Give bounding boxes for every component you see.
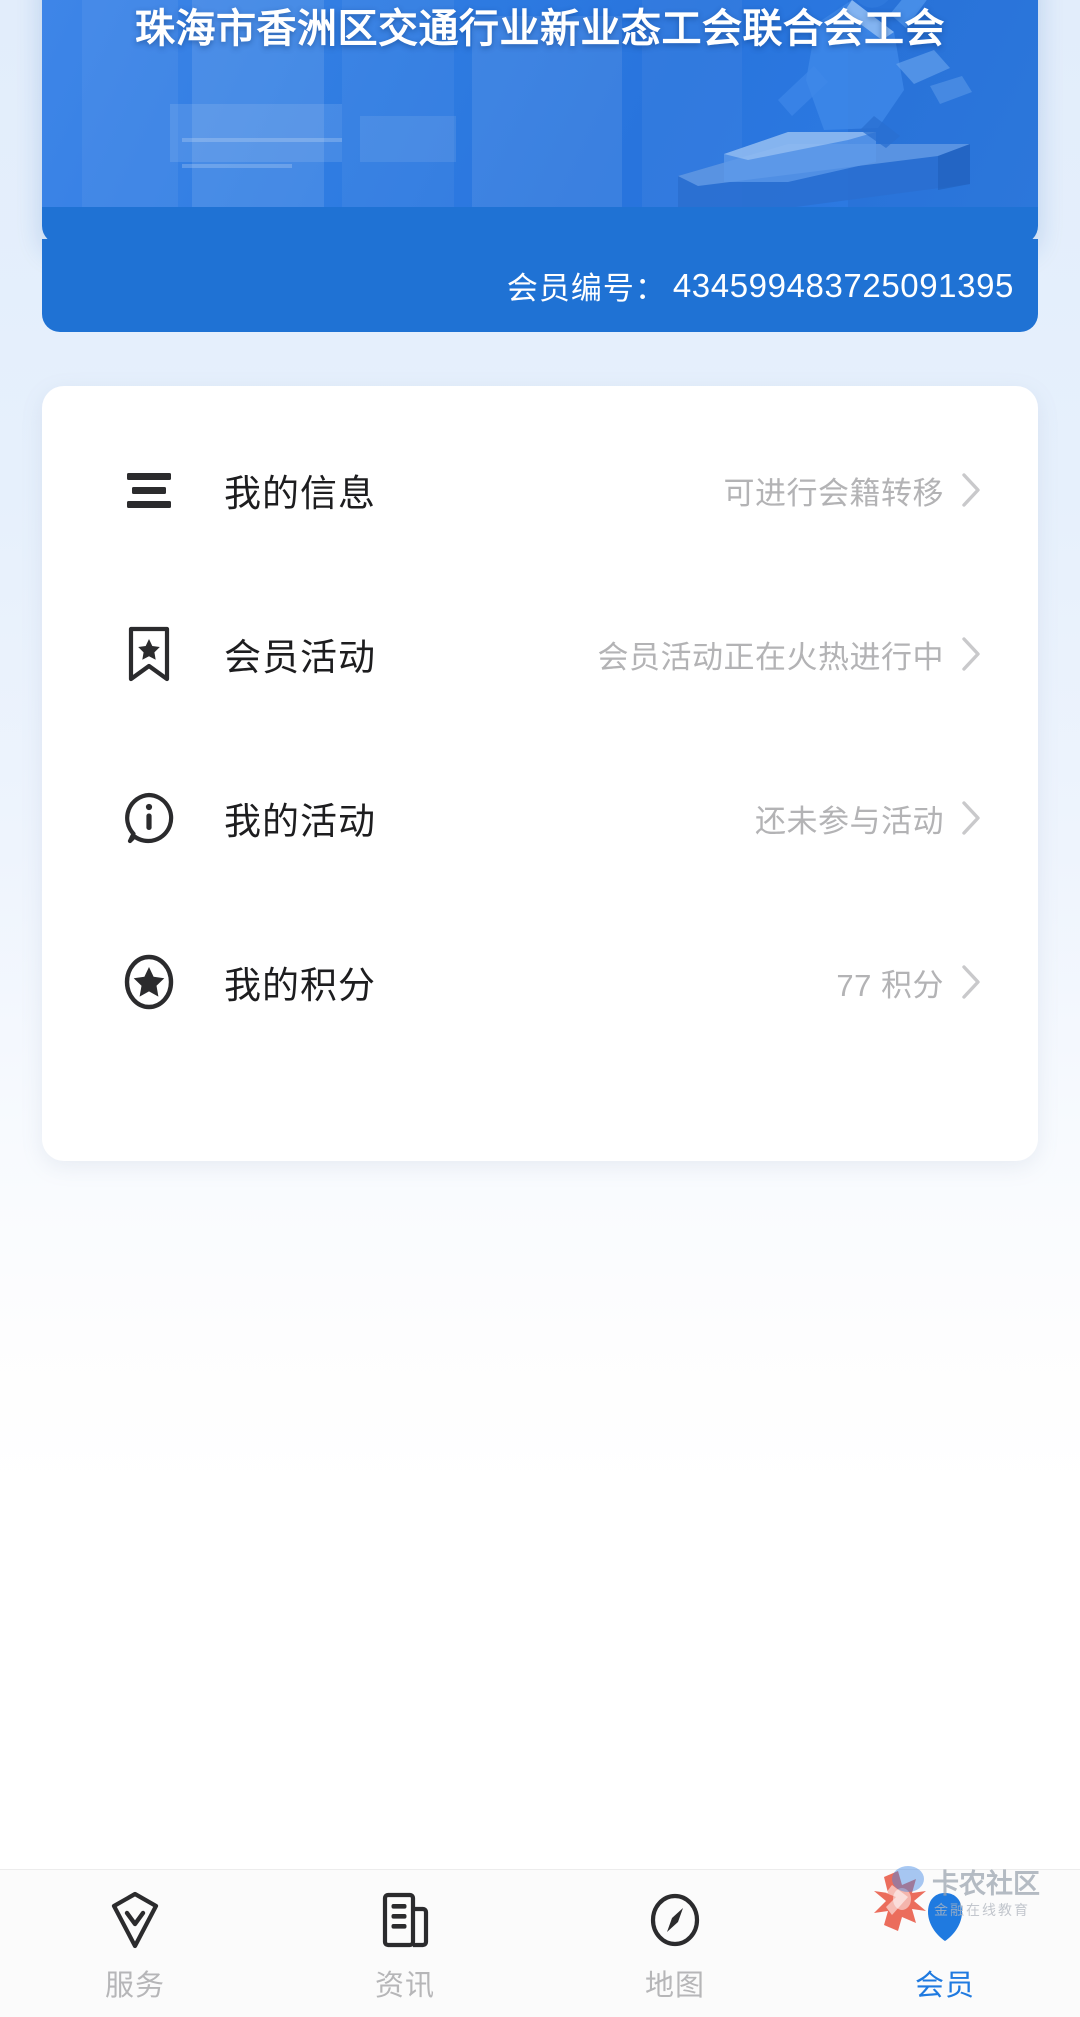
menu-row-meta: 可进行会籍转移	[723, 475, 944, 511]
member-number-row[interactable]: 会员编号： 434599483725091395	[42, 239, 1038, 332]
compass-icon	[648, 1892, 702, 1948]
member-card-hero-image: 珠海市香洲区交通行业新业态工会联合会工会	[42, 0, 1038, 207]
menu-row-my-points[interactable]: 我的积分 77 积分	[42, 900, 1038, 1064]
menu-row-label: 我的活动	[224, 801, 376, 842]
nav-item-member[interactable]: 会员	[810, 1870, 1080, 2017]
nav-item-map[interactable]: 地图	[540, 1870, 810, 2017]
member-number-label: 会员编号：	[506, 271, 667, 306]
menu-lines-icon	[114, 468, 184, 512]
nav-item-label: 服务	[104, 1970, 165, 2002]
hero-decoration-line	[182, 164, 292, 168]
hero-decoration-block	[360, 116, 456, 162]
member-number-value: 434599483725091395	[672, 266, 1014, 304]
bookmark-star-icon	[114, 626, 184, 682]
menu-row-label: 我的信息	[224, 473, 376, 514]
menu-row-meta: 会员活动正在火热进行中	[597, 639, 944, 675]
bottom-navigation-bar: 服务 资讯 地图 会员	[0, 1869, 1080, 2017]
info-circle-icon	[114, 791, 184, 845]
nav-item-label: 会员	[914, 1970, 975, 2002]
shield-check-icon	[110, 1891, 160, 1949]
nav-item-label: 地图	[644, 1970, 705, 2002]
menu-row-my-activity[interactable]: 我的活动 还未参与活动	[42, 736, 1038, 900]
chevron-right-icon	[960, 471, 982, 509]
menu-row-member-activity[interactable]: 会员活动 会员活动正在火热进行中	[42, 572, 1038, 736]
hero-decoration-block	[170, 104, 342, 162]
menu-row-meta: 还未参与活动	[755, 803, 944, 839]
menu-row-label: 我的积分	[224, 965, 376, 1006]
chevron-right-icon	[960, 799, 982, 837]
organization-title: 珠海市香洲区交通行业新业态工会联合会工会	[135, 7, 945, 51]
menu-row-label: 会员活动	[224, 637, 376, 678]
member-header-card[interactable]: 珠海市香洲区交通行业新业态工会联合会工会	[42, 0, 1038, 244]
chevron-right-icon	[960, 635, 982, 673]
app-screen: 珠海市香洲区交通行业新业态工会联合会工会 会员编号： 4345994837250…	[0, 0, 1080, 2017]
nav-item-service[interactable]: 服务	[0, 1870, 270, 2017]
member-badge-icon	[920, 1892, 970, 1948]
news-document-icon	[380, 1892, 430, 1948]
menu-row-meta: 77 积分	[836, 967, 944, 1003]
menu-card: 我的信息 可进行会籍转移 会员活动 会员活动正在火热进行中 我的活动 还未参与活…	[42, 386, 1038, 1161]
nav-item-news[interactable]: 资讯	[270, 1870, 540, 2017]
chevron-right-icon	[960, 963, 982, 1001]
hero-decoration-line	[182, 138, 342, 142]
nav-item-label: 资讯	[374, 1970, 435, 2002]
menu-row-my-info[interactable]: 我的信息 可进行会籍转移	[42, 408, 1038, 572]
star-circle-icon	[114, 953, 184, 1011]
